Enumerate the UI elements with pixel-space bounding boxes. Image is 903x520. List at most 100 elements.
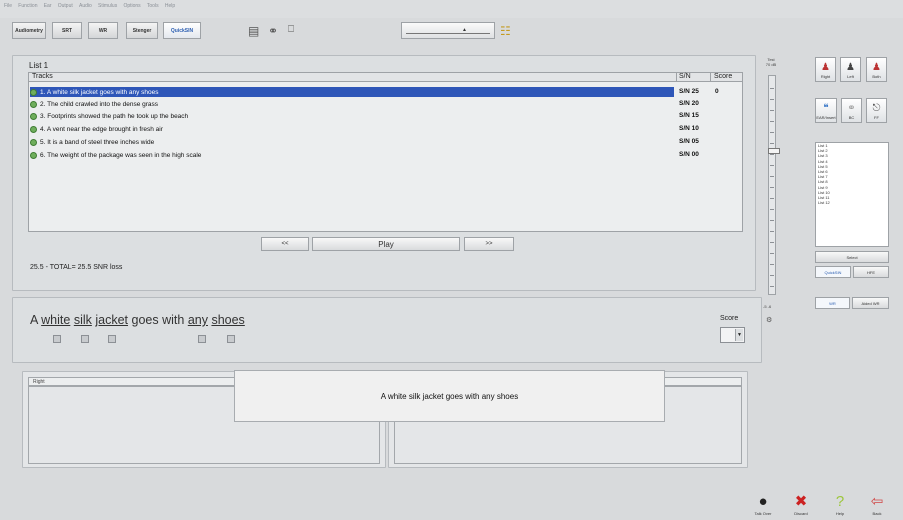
quicksin-mode-button[interactable]: QuickSIN: [815, 266, 851, 278]
track-text: 2. The child crawled into the dense gras…: [40, 100, 159, 108]
track-row[interactable]: 2. The child crawled into the dense gras…: [30, 99, 674, 109]
word-checkbox-white[interactable]: [53, 335, 61, 343]
menu-options[interactable]: Options: [123, 3, 140, 9]
volume-slider[interactable]: ▲: [401, 22, 495, 39]
column-score[interactable]: Score: [714, 73, 732, 80]
track-row[interactable]: 1. A white silk jacket goes with any sho…: [30, 87, 674, 97]
ear-right-label: Right: [820, 74, 831, 79]
score-dropdown[interactable]: ▼: [720, 327, 745, 343]
track-sn: S/N 05: [679, 138, 699, 145]
back-arrow-icon: ⇦: [870, 493, 884, 510]
menu-file[interactable]: File: [4, 3, 12, 9]
track-status-icon: [30, 151, 37, 159]
list-selector[interactable]: List 1 List 2 List 3 List 4 List 5 List …: [815, 142, 889, 247]
column-tracks[interactable]: Tracks: [32, 73, 53, 80]
track-sn: S/N 10: [679, 125, 699, 132]
level-ticks: [770, 78, 774, 292]
ear-both-button[interactable]: ♟ Both: [866, 57, 887, 82]
sentence-word: goes: [131, 313, 159, 327]
wr-button[interactable]: WR: [88, 22, 118, 39]
ear-insert-label: EAR/Insert: [816, 115, 836, 120]
chevron-down-icon[interactable]: ▼: [735, 329, 743, 341]
headphones-icon[interactable]: ⚭: [268, 24, 278, 38]
talk-over-button[interactable]: ● Talk Over: [750, 494, 776, 516]
menu-stimulus[interactable]: Stimulus: [98, 3, 117, 9]
ear-right-button[interactable]: ♟ Right: [815, 57, 836, 82]
track-text: 3. Footprints showed the path he took up…: [40, 112, 189, 120]
sentence-key-word: jacket: [95, 313, 129, 327]
speaker-icon: ⎋: [872, 103, 881, 114]
wr-mode-button[interactable]: WR: [815, 297, 850, 309]
level-meter-icon[interactable]: ☷: [500, 24, 511, 38]
next-button[interactable]: >>: [464, 237, 514, 251]
track-text: 5. It is a band of steel three inches wi…: [40, 138, 155, 146]
ear-left-label: Left: [847, 74, 854, 79]
track-sn: S/N 20: [679, 100, 699, 107]
settings-icon[interactable]: ⚙: [766, 316, 772, 324]
level-bottom: -5 -6: [763, 304, 772, 309]
menu-bar: File Function Ear Output Audio Stimulus …: [0, 0, 903, 18]
track-status-icon: [30, 100, 37, 108]
both-ears-icon: ♟: [872, 62, 881, 73]
word-checkbox-any[interactable]: [198, 335, 206, 343]
menu-ear[interactable]: Ear: [44, 3, 52, 9]
track-row[interactable]: 4. A vent near the edge brought in fresh…: [30, 124, 674, 134]
speaker-icon[interactable]: ⎕: [288, 24, 294, 35]
free-field-label: FF: [874, 115, 879, 120]
sentence-key-word: any: [187, 313, 208, 327]
column-divider: [710, 72, 711, 82]
sentence-key-word: silk: [73, 313, 92, 327]
quicksin-button[interactable]: QuickSIN: [163, 22, 201, 39]
microphone-icon: ●: [758, 493, 768, 510]
right-ear-label: Right: [33, 379, 45, 385]
x-icon: ✖: [794, 493, 808, 510]
free-field-button[interactable]: ⎋ FF: [866, 98, 887, 123]
level-thumb[interactable]: [768, 148, 780, 154]
track-status-icon: [30, 112, 37, 120]
srt-button[interactable]: SRT: [52, 22, 82, 39]
notes-icon[interactable]: ▤: [248, 24, 259, 38]
back-button[interactable]: ⇦ Back: [864, 494, 890, 516]
play-button[interactable]: Play: [312, 237, 460, 251]
word-checkbox-shoes[interactable]: [227, 335, 235, 343]
select-button[interactable]: Select: [815, 251, 889, 263]
discard-button[interactable]: ✖ Discard: [788, 494, 814, 516]
stenger-button[interactable]: Stenger: [126, 22, 158, 39]
menu-audio[interactable]: Audio: [79, 3, 92, 9]
table-header: [29, 73, 742, 82]
ear-left-button[interactable]: ♟ Left: [840, 57, 861, 82]
hfe-mode-button[interactable]: HFE: [853, 266, 889, 278]
sentence-panel: [12, 297, 762, 363]
list-option[interactable]: List 12: [816, 200, 888, 205]
column-sn[interactable]: S/N: [679, 73, 691, 80]
track-sn: S/N 15: [679, 112, 699, 119]
back-label: Back: [872, 511, 882, 516]
talk-over-label: Talk Over: [754, 511, 772, 516]
track-row[interactable]: 5. It is a band of steel three inches wi…: [30, 137, 674, 147]
track-text: 4. A vent near the edge brought in fresh…: [40, 125, 163, 133]
track-row[interactable]: 3. Footprints showed the path he took up…: [30, 111, 674, 121]
menu-output[interactable]: Output: [58, 3, 73, 9]
aided-wr-button[interactable]: Aided WR: [852, 297, 889, 309]
sentence-key-word: white: [41, 313, 71, 327]
word-checkbox-silk[interactable]: [81, 335, 89, 343]
track-status-icon: [30, 138, 37, 146]
audiometry-button[interactable]: Audiometry: [12, 22, 46, 39]
level-label-sub: 70 dB: [765, 62, 777, 67]
column-divider: [676, 72, 677, 82]
help-button[interactable]: ? Help: [827, 494, 853, 516]
sentence-key-word: shoes: [211, 313, 245, 327]
track-text: 1. A white silk jacket goes with any sho…: [40, 88, 159, 96]
word-checkbox-jacket[interactable]: [108, 335, 116, 343]
slider-thumb[interactable]: ▲: [462, 27, 468, 33]
menu-tools[interactable]: Tools: [147, 3, 159, 9]
previous-button[interactable]: <<: [261, 237, 309, 251]
sentence-word: with: [162, 313, 185, 327]
menu-help[interactable]: Help: [165, 3, 175, 9]
insert-earphone-icon: ❝: [823, 103, 829, 114]
track-row[interactable]: 6. The weight of the package was seen in…: [30, 150, 674, 160]
menu-function[interactable]: Function: [18, 3, 37, 9]
bone-conduction-button[interactable]: ⚭ BC: [841, 98, 862, 123]
question-icon: ?: [835, 493, 845, 510]
ear-insert-button[interactable]: ❝ EAR/Insert: [815, 98, 837, 123]
